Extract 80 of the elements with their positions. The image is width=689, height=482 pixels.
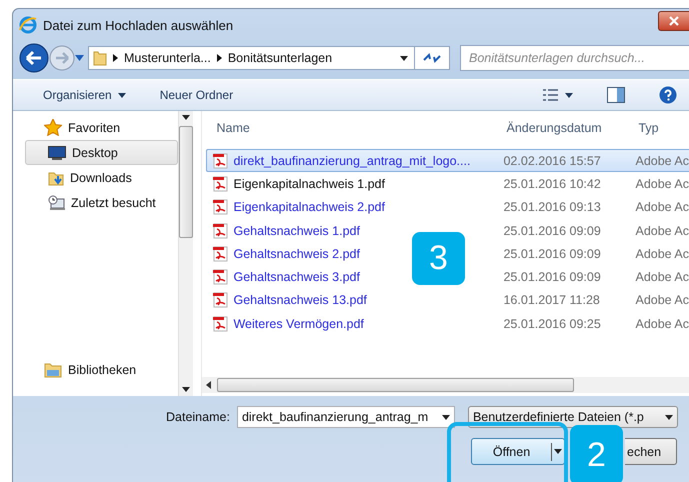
view-options-icon[interactable]: [543, 88, 573, 102]
column-header[interactable]: Änderungsdatum: [506, 121, 638, 135]
scroll-left-icon: [206, 381, 212, 389]
cancel-button[interactable]: echen: [625, 438, 677, 465]
pdf-file-icon: [213, 176, 228, 192]
file-name: Weiteres Vermögen.pdf: [233, 316, 364, 331]
modified-date: 25.01.2016 09:13: [503, 200, 602, 214]
organize-menu[interactable]: Organisieren: [43, 88, 126, 102]
pdf-file-icon: [213, 269, 228, 286]
file-type: Adobe Ac: [635, 316, 689, 331]
nav-item[interactable]: Desktop: [25, 140, 178, 165]
file-name: Eigenkapitalnachweis 2.pdf: [233, 200, 385, 214]
pdf-file-icon: [213, 292, 228, 308]
pdf-file-icon: [213, 246, 228, 262]
vertical-scrollbar[interactable]: [178, 111, 194, 396]
close-button[interactable]: [658, 11, 689, 31]
recent-places-icon: [48, 194, 65, 210]
caret-icon: [118, 92, 126, 98]
modified-date: 25.01.2016 09:09: [503, 270, 602, 284]
caret-icon: [554, 449, 562, 454]
file-type: Adobe Ac: [635, 293, 689, 308]
back-button[interactable]: [19, 43, 49, 73]
pdf-file-icon: [213, 316, 228, 332]
open-button[interactable]: Öffnen: [471, 438, 565, 465]
pdf-file-icon: [213, 199, 228, 216]
file-type: Adobe Ac: [635, 246, 689, 261]
pdf-file-icon: [213, 222, 228, 239]
monitor-icon: [48, 146, 66, 160]
download-folder-icon: [48, 170, 64, 186]
history-caret-icon[interactable]: [75, 55, 84, 61]
file-type: Adobe Ac: [635, 176, 689, 191]
help-icon[interactable]: [659, 86, 677, 104]
dropdown-caret-icon: [442, 414, 450, 420]
favorites-heading[interactable]: Favoriten: [68, 120, 120, 134]
modified-date: 25.01.2016 10:42: [503, 176, 602, 191]
scroll-down-icon: [182, 387, 190, 392]
close-icon: [669, 16, 679, 26]
browser-logo-icon: [19, 16, 37, 34]
column-header[interactable]: Typ: [638, 121, 689, 135]
file-name: Gehaltsnachweis 1.pdf: [233, 224, 360, 238]
file-type: Adobe Ac: [635, 154, 689, 168]
folder-icon: [93, 50, 107, 66]
breadcrumb-item[interactable]: Bonitätsunterlagen: [228, 51, 332, 65]
address-bar[interactable]: Musterunterla... Bonitätsunterlagen: [88, 46, 450, 70]
preview-pane-icon[interactable]: [607, 87, 625, 103]
window-title: Datei zum Hochladen auswählen: [43, 18, 234, 32]
horizontal-scrollbar[interactable]: [202, 377, 689, 393]
nav-item[interactable]: Downloads: [25, 165, 178, 190]
file-type: Adobe Ac: [635, 270, 689, 284]
file-name-label: Dateiname:: [166, 410, 230, 424]
libraries-item[interactable]: Bibliotheken: [68, 362, 136, 376]
modified-date: 02.02.2016 15:57: [503, 154, 602, 168]
dropdown-caret-icon: [664, 414, 673, 420]
star-icon: [44, 119, 62, 136]
nav-item[interactable]: Zuletzt besucht: [25, 190, 178, 215]
pdf-file-icon: [213, 152, 228, 169]
chevron-icon: [216, 54, 222, 62]
breadcrumb-item[interactable]: Musterunterla...: [124, 51, 211, 65]
scroll-up-icon: [182, 115, 190, 120]
modified-date: 16.01.2017 11:28: [503, 293, 601, 308]
modified-date: 25.01.2016 09:09: [503, 246, 602, 261]
file-name: Gehaltsnachweis 13.pdf: [233, 293, 367, 308]
column-header[interactable]: Name: [216, 121, 506, 135]
file-name: direkt_baufinanzierung_antrag_mit_logo....: [233, 154, 470, 168]
file-type: Adobe Ac: [635, 224, 689, 238]
modified-date: 25.01.2016 09:25: [503, 316, 602, 331]
new-folder-button[interactable]: Neuer Ordner: [160, 88, 234, 102]
step-number-overlay: 2: [570, 425, 623, 482]
search-field[interactable]: Bonitätsunterlagen durchsuch...: [460, 45, 689, 71]
file-name-field[interactable]: direkt_baufinanzierung_antrag_m: [236, 406, 455, 428]
chevron-icon: [113, 54, 118, 62]
file-name: Eigenkapitalnachweis 1.pdf: [233, 176, 385, 191]
modified-date: 25.01.2016 09:09: [503, 224, 602, 238]
file-name: Gehaltsnachweis 3.pdf: [233, 270, 360, 284]
selected-file-row[interactable]: direkt_baufinanzierung_antrag_mit_logo.... 02.02.2016 15:57 Adobe Ac: [206, 149, 689, 172]
libraries-folder-icon: [44, 362, 62, 378]
file-name: Gehaltsnachweis 2.pdf: [233, 246, 360, 261]
file-type: Adobe Ac: [635, 200, 689, 214]
dropdown-caret-icon: [400, 56, 408, 60]
step-number-overlay: 3: [412, 232, 465, 285]
